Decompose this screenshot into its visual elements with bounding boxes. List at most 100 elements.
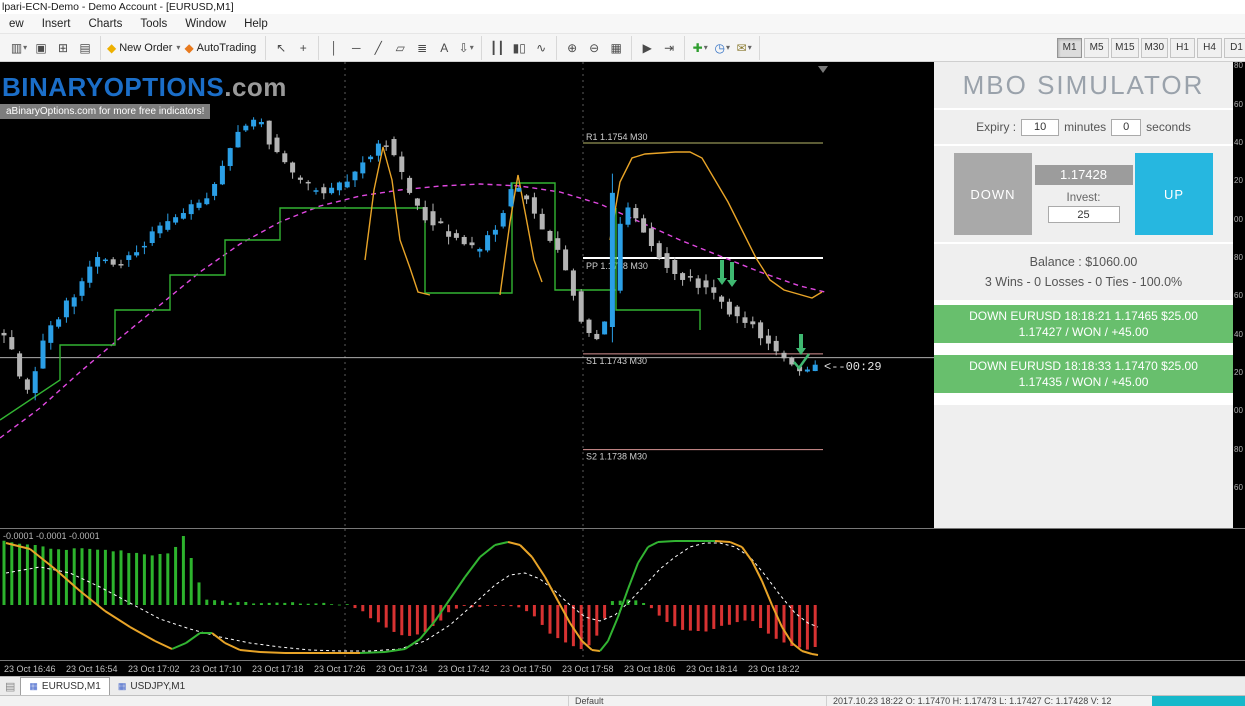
chevron-down-icon: ▾ [725, 43, 730, 52]
text-tool-icon: A [440, 40, 449, 55]
line-chart-mode-icon: ∿ [536, 40, 547, 55]
fibonacci-retracement-button[interactable]: ≣ [411, 37, 433, 59]
chevron-down-icon: ▾ [747, 43, 752, 52]
invest-label: Invest: [1066, 192, 1101, 204]
crosshair-button[interactable]: + [292, 37, 314, 59]
line-chart-mode-button[interactable]: ∿ [530, 37, 552, 59]
time-axis-label: 23 Oct 17:02 [128, 664, 180, 674]
menu-insert[interactable]: Insert [33, 14, 80, 34]
trade-results: DOWN EURUSD 18:18:21 1.17465 $25.00 1.174… [934, 305, 1233, 405]
grid-button[interactable]: ▦ [605, 37, 627, 59]
menu-ew[interactable]: ew [0, 14, 33, 34]
menu-tools[interactable]: Tools [131, 14, 176, 34]
timeframe-d1[interactable]: D1 [1224, 37, 1245, 58]
navigator-icon: ▤ [79, 40, 91, 55]
autotrading-button[interactable]: ◆ AutoTrading [182, 37, 261, 59]
up-button[interactable]: UP [1135, 153, 1213, 235]
timeframe-m1[interactable]: M1 [1057, 37, 1083, 58]
templates-icon: ✉ [736, 40, 747, 55]
menu-window[interactable]: Window [176, 14, 235, 34]
window-list-icon[interactable]: ▤ [2, 680, 20, 695]
timeframe-m5[interactable]: M5 [1084, 37, 1110, 58]
window-title: lpari-ECN-Demo - Demo Account - [EURUSD,… [2, 1, 234, 13]
tab-label: EURUSD,M1 [41, 681, 101, 692]
candlestick-mode-button[interactable]: ▮▯ [508, 37, 530, 59]
indicators-button[interactable]: ✚ ▾ [689, 37, 711, 59]
time-axis-label: 23 Oct 17:50 [500, 664, 552, 674]
window-title-bar: lpari-ECN-Demo - Demo Account - [EURUSD,… [0, 0, 1245, 14]
timeframe-h1[interactable]: H1 [1170, 37, 1195, 58]
market-watch-button[interactable]: ⊞ [52, 37, 74, 59]
expiry-seconds-input[interactable] [1111, 118, 1142, 136]
trade-result-line: 1.17435 / WON / +45.00 [1018, 375, 1149, 389]
svg-text:S2 1.1738 M30: S2 1.1738 M30 [586, 452, 647, 462]
price-scale-label: 80 [1234, 253, 1243, 262]
new-chart-button[interactable]: ▥ ▾ [8, 37, 30, 59]
horizontal-line-button[interactable]: ─ [345, 37, 367, 59]
chart-window[interactable]: R1 1.1754 M30 PP 1.1748 M30 S1 1.1743 M30 S… [0, 62, 934, 528]
status-segment: 2017.10.23 18:22 O: 1.17470 H: 1.17473 L… [826, 696, 1111, 706]
auto-scroll-button[interactable]: ▶ [636, 37, 658, 59]
autotrading-icon: ◆ [184, 40, 194, 55]
time-scale[interactable]: 23 Oct 16:46 23 Oct 16:54 23 Oct 17:02 23 O… [0, 660, 1245, 676]
new-chart-icon: ▥ [10, 40, 23, 55]
expiry-minutes-input[interactable] [1021, 118, 1060, 136]
templates-button[interactable]: ✉ ▾ [733, 37, 755, 59]
equidistant-channel-button[interactable]: ▱ [389, 37, 411, 59]
zoom-out-icon: ⊖ [589, 40, 600, 55]
tab-label: USDJPY,M1 [130, 681, 186, 692]
new-order-button[interactable]: ◆ New Order ▾ [105, 37, 182, 59]
vertical-line-button[interactable]: │ [323, 37, 345, 59]
chart-tab-eurusd-m1[interactable]: ▦ EURUSD,M1 [20, 677, 110, 695]
price-scale-label: 40 [1234, 329, 1243, 339]
indicator-values: -0.0001 -0.0001 -0.0001 [3, 531, 100, 541]
time-axis-label: 23 Oct 16:46 [4, 664, 56, 674]
bar-chart-mode-button[interactable]: ┃┃ [486, 37, 508, 59]
invest-input[interactable] [1047, 206, 1120, 223]
market-watch-icon: ⊞ [57, 40, 69, 55]
arrows-tool-button[interactable]: ⇩ ▾ [455, 37, 477, 59]
mt4-window: lpari-ECN-Demo - Demo Account - [EURUSD,… [0, 0, 1245, 706]
price-scale-label: 60 [1234, 99, 1243, 109]
chart-tab-usdjpy-m1[interactable]: ▦ USDJPY,M1 [109, 678, 194, 695]
chevron-down-icon: ▾ [703, 43, 708, 52]
trendline-button[interactable]: ╱ [367, 37, 389, 59]
chart-shift-button[interactable]: ⇥ [658, 37, 680, 59]
trendline-icon: ╱ [374, 40, 382, 55]
chart-shift-icon: ⇥ [664, 40, 675, 55]
chevron-down-icon: ▾ [176, 43, 181, 52]
price-scale[interactable]: 80 60 40 20 00 80 60 40 20 00 80 60 [1233, 62, 1245, 528]
toolbar-group: ↖ + [266, 35, 320, 60]
periods-button[interactable]: ◷ ▾ [711, 37, 733, 59]
chevron-down-icon: ▾ [469, 43, 474, 52]
connection-indicator [1152, 696, 1245, 706]
toolbar-group: ▶ ⇥ [632, 35, 686, 60]
timeframe-m15[interactable]: M15 [1111, 37, 1139, 58]
vertical-line-icon: │ [330, 40, 338, 55]
down-button[interactable]: DOWN [954, 153, 1032, 235]
time-axis-label: 23 Oct 17:26 [314, 664, 366, 674]
price-chart[interactable]: R1 1.1754 M30 PP 1.1748 M30 S1 1.1743 M30 S… [0, 62, 934, 528]
chevron-down-icon: ▾ [23, 43, 28, 52]
indicator-window[interactable]: -0.0001 -0.0001 -0.0001 [0, 528, 1245, 661]
timeframe-h4[interactable]: H4 [1197, 37, 1222, 58]
cursor-button[interactable]: ↖ [270, 37, 292, 59]
profiles-button[interactable]: ▣ [30, 37, 52, 59]
chart-icon: ▦ [29, 681, 38, 691]
time-axis-label: 23 Oct 17:34 [376, 664, 428, 674]
chart-tab-bar: ▤ ▦ EURUSD,M1 ▦ USDJPY,M1 [0, 676, 1245, 695]
toolbar: ▥ ▾ ▣ ⊞ ▤ ◆ New Order ▾ ◆ AutoTrading ↖ + │ ─ ╱ ▱ ≣ A ⇩ ▾ ┃┃… [0, 34, 1245, 62]
zoom-out-button[interactable]: ⊖ [583, 37, 605, 59]
svg-text:S1 1.1743 M30: S1 1.1743 M30 [586, 356, 647, 366]
zoom-in-button[interactable]: ⊕ [561, 37, 583, 59]
oscillator-chart[interactable] [0, 529, 1245, 661]
auto-scroll-icon: ▶ [642, 40, 652, 55]
expiry-row: Expiry : minutes seconds [934, 110, 1233, 144]
text-tool-button[interactable]: A [433, 37, 455, 59]
toolbar-group: ▥ ▾ ▣ ⊞ ▤ [4, 35, 101, 60]
timeframe-m30[interactable]: M30 [1140, 37, 1168, 58]
menu-help[interactable]: Help [235, 14, 277, 34]
navigator-button[interactable]: ▤ [74, 37, 96, 59]
menu-charts[interactable]: Charts [79, 14, 131, 34]
zoom-in-icon: ⊕ [567, 40, 578, 55]
